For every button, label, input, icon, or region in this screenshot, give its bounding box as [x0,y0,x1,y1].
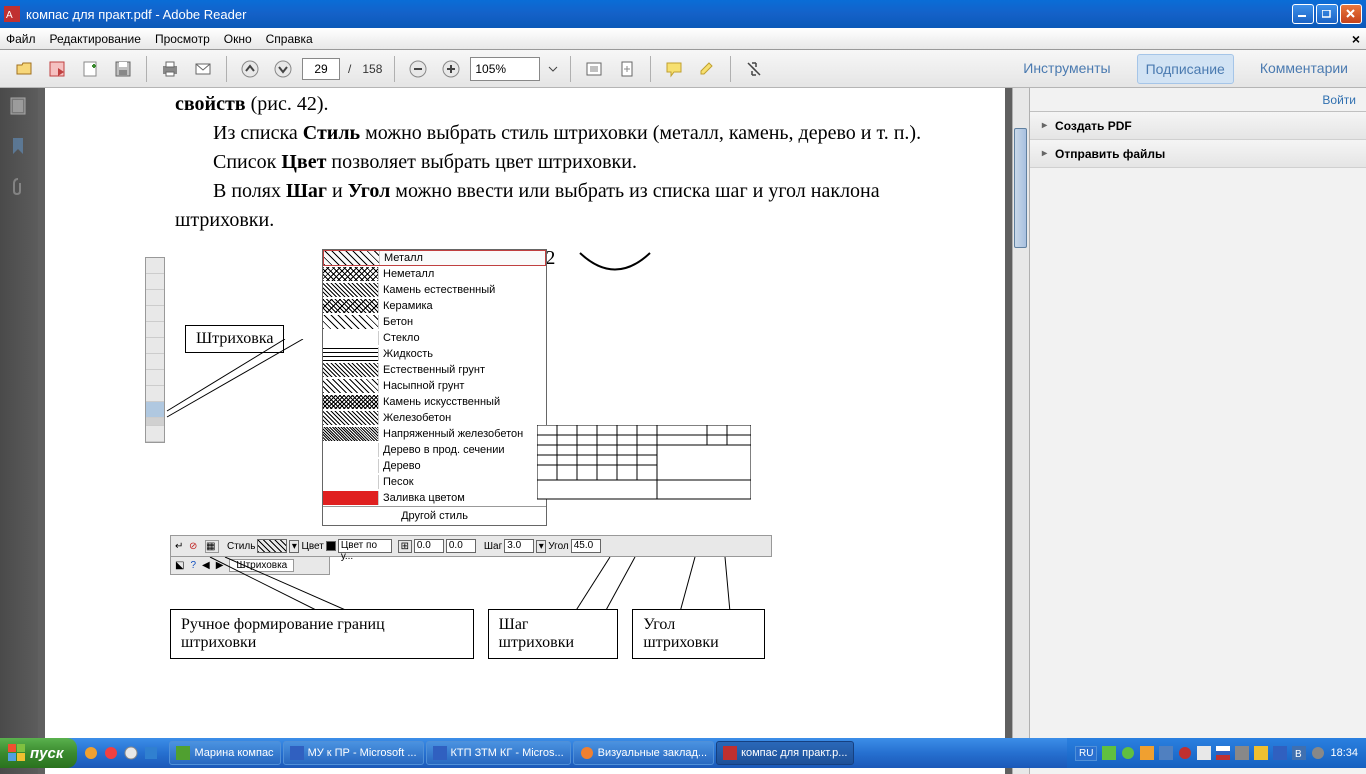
tray-icon-8[interactable] [1235,746,1249,760]
menu-edit[interactable]: Редактирование [50,32,141,46]
start-button[interactable]: пуск [0,738,77,768]
text-bold-svoystv: свойств [175,93,246,115]
save-button[interactable] [109,55,137,83]
fig-arc [575,251,655,281]
tray-icon-10[interactable] [1273,746,1287,760]
main-toolbar: / 158 Инструменты Подписание Комментарии [0,50,1366,88]
zoom-out-button[interactable] [404,55,432,83]
windows-taskbar: пуск Марина компас МУ к ПР - Microsoft .… [0,738,1366,768]
create-pdf-button[interactable] [76,55,104,83]
zoom-dropdown-button[interactable] [545,55,561,83]
page-separator: / [345,62,354,76]
attachments-icon[interactable] [8,176,30,198]
pdf-viewport[interactable]: свойств (рис. 42). Из списка Стиль можно… [38,88,1012,774]
tray-icon-3[interactable] [1140,746,1154,760]
pdf-page: свойств (рис. 42). Из списка Стиль можно… [45,88,1005,774]
login-link[interactable]: Войти [1322,93,1356,107]
tray-icon-4[interactable] [1159,746,1173,760]
svg-text:A: A [6,10,13,21]
task-item-2[interactable]: МУ к ПР - Microsoft ... [283,741,424,765]
zoom-level-input[interactable] [470,57,540,81]
language-indicator[interactable]: RU [1075,746,1097,761]
tray-icon-5[interactable] [1178,746,1192,760]
system-tray: RU B 18:34 [1067,738,1366,768]
bookmarks-icon[interactable] [8,136,30,158]
tools-panel-button[interactable]: Инструменты [1015,54,1118,84]
tray-icon-2[interactable] [1121,746,1135,760]
page-total-label: 158 [359,62,385,76]
task-item-5[interactable]: компас для практ.p... [716,741,854,765]
left-nav-rail [0,88,38,774]
sign-panel-button[interactable]: Подписание [1137,54,1234,84]
menu-window[interactable]: Окно [224,32,252,46]
task-item-1[interactable]: Марина компас [169,741,280,765]
read-mode-button[interactable] [740,55,768,83]
fig-property-bar: ↵ ⊘ ▦ Стиль ▾ Цвет Цвет по у... ⊞ 0.0 0.… [170,535,772,557]
tray-icon-6[interactable] [1197,746,1211,760]
task-item-4[interactable]: Визуальные заклад... [573,741,714,765]
ql-icon-3[interactable] [123,745,139,761]
quick-launch-bar [77,745,165,761]
ql-icon-1[interactable] [83,745,99,761]
tray-icon-11[interactable]: B [1292,746,1306,760]
highlight-button[interactable] [693,55,721,83]
fig-vertical-toolbar [145,257,165,443]
page-down-button[interactable] [269,55,297,83]
export-pdf-button[interactable] [43,55,71,83]
close-button[interactable] [1340,4,1362,24]
scrollbar-thumb[interactable] [1014,128,1027,248]
open-file-button[interactable] [10,55,38,83]
figure-42: Штриховка Металл Неметалл Камень естеств… [75,247,975,692]
pdf-icon: A [4,6,20,22]
fig-style-dropdown: Металл Неметалл Камень естественный Кера… [322,249,547,526]
vertical-scrollbar[interactable] [1012,88,1029,774]
minimize-button[interactable] [1292,4,1314,24]
window-title: компас для практ.pdf - Adobe Reader [26,7,1292,22]
window-titlebar: A компас для практ.pdf - Adobe Reader [0,0,1366,28]
menu-file[interactable]: Файл [6,32,36,46]
print-button[interactable] [156,55,184,83]
menu-help[interactable]: Справка [266,32,313,46]
tray-icon-7[interactable] [1216,746,1230,760]
page-number-input[interactable] [302,58,340,80]
tray-icon-9[interactable] [1254,746,1268,760]
task-item-3[interactable]: КТП ЗТМ КГ - Micros... [426,741,571,765]
email-button[interactable] [189,55,217,83]
tray-icon-12[interactable] [1311,746,1325,760]
callout-manual-border: Ручное формирование границ штриховки [170,609,474,659]
tray-clock[interactable]: 18:34 [1330,747,1358,759]
fit-width-button[interactable] [580,55,608,83]
comment-button[interactable] [660,55,688,83]
text-rest-1: (рис. 42). [246,93,329,115]
menu-view[interactable]: Просмотр [155,32,210,46]
svg-text:B: B [1295,749,1302,760]
page-up-button[interactable] [236,55,264,83]
zoom-in-button[interactable] [437,55,465,83]
ql-icon-4[interactable] [143,745,159,761]
ql-icon-2[interactable] [103,745,119,761]
callout-step: Шаг штриховки [488,609,619,659]
document-close-button[interactable]: × [1352,31,1360,47]
thumbnails-icon[interactable] [8,96,30,118]
fit-page-button[interactable] [613,55,641,83]
send-files-section[interactable]: Отправить файлы [1030,140,1366,168]
callout-angle: Угол штриховки [632,609,765,659]
comments-panel-button[interactable]: Комментарии [1252,54,1356,84]
maximize-button[interactable] [1316,4,1338,24]
fig-title-block [537,425,751,505]
tray-icon-1[interactable] [1102,746,1116,760]
create-pdf-section[interactable]: Создать PDF [1030,112,1366,140]
menu-bar: Файл Редактирование Просмотр Окно Справк… [0,28,1366,50]
right-panel: Войти Создать PDF Отправить файлы [1029,88,1366,774]
